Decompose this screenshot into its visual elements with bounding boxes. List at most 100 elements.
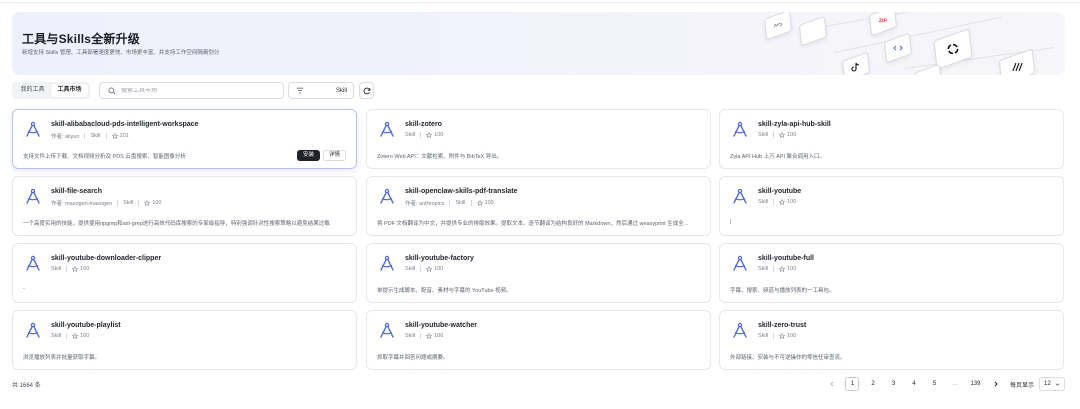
- card-icon: [377, 321, 397, 341]
- toolbar: 我的工具 工具市场 Skill: [12, 82, 1065, 99]
- star-icon: [426, 132, 433, 138]
- card-icon: [23, 254, 43, 274]
- tool-card[interactable]: skill-file-search 作者: masogen-masogen Skil…: [12, 176, 357, 236]
- page-number-button[interactable]: 5: [927, 377, 941, 391]
- code-icon: [893, 45, 903, 51]
- card-icon: [730, 120, 750, 140]
- tiktok-icon: [851, 62, 860, 72]
- card-icon: [23, 321, 43, 341]
- card-meta: Skill 100: [51, 266, 89, 272]
- meta-divider: [773, 132, 775, 138]
- card-stars: 100: [426, 333, 443, 339]
- banner-title: 工具与Skills全新升级: [22, 32, 140, 46]
- meta-divider: [84, 133, 86, 139]
- tool-card[interactable]: skill-youtube-factory Skill 100 单提示生成脚本、配音、…: [366, 243, 711, 303]
- search-icon: [108, 87, 116, 95]
- tool-card[interactable]: skill-alibabacloud-pds-intelligent-works…: [12, 109, 357, 169]
- prev-page-button[interactable]: [825, 377, 839, 391]
- card-stars: 101: [111, 133, 129, 139]
- card-star-count: 100: [787, 333, 797, 339]
- card-icon: [730, 321, 750, 341]
- refresh-button[interactable]: [359, 82, 374, 99]
- chevron-down-icon: [1055, 382, 1060, 386]
- pagination-footer: 共 1664 条 1 2 3 4 5... 139 每页显示 12: [12, 377, 1065, 391]
- search-box[interactable]: [99, 82, 284, 99]
- tool-card[interactable]: skill-zero-trust Skill 100 外部链接、安装与不可逆操作的零信…: [719, 310, 1064, 370]
- card-stars: 100: [476, 200, 494, 206]
- meta-divider: [420, 266, 422, 272]
- card-star-count: 100: [434, 266, 444, 272]
- tool-card[interactable]: skill-youtube-downloader-clipper Skill 100…: [12, 243, 357, 303]
- openai-icon: [947, 43, 959, 55]
- card-type: Skill: [758, 132, 769, 138]
- card-meta: Skill 100: [758, 199, 796, 205]
- card-star-count: 100: [787, 266, 797, 272]
- tool-card[interactable]: skill-youtube Skill 100 |: [719, 176, 1064, 236]
- card-type: Skill: [51, 333, 62, 339]
- meta-divider: [117, 200, 119, 206]
- banner-subtitle: 新增支持 Skills 管理、工具部署速度更快、市场更丰富、并支持工作空间隔离划…: [22, 50, 220, 56]
- page-size-select[interactable]: 12: [1039, 377, 1065, 391]
- card-stars: 100: [426, 266, 443, 272]
- next-page-button[interactable]: [989, 377, 1003, 391]
- tool-card[interactable]: skill-zotero Skill 100 Zotero Web API：文献检索、…: [366, 109, 711, 169]
- tab-my-tools[interactable]: 我的工具: [14, 84, 51, 97]
- card-title: skill-youtube-playlist: [51, 322, 121, 329]
- card-meta: 作者: aliyun Skill 101: [51, 132, 129, 140]
- card-star-count: 100: [787, 132, 797, 138]
- tool-card[interactable]: skill-youtube-playlist Skill 100 浏览播放列表并批量获…: [12, 310, 357, 370]
- star-icon: [779, 199, 786, 205]
- decor-tile: [798, 15, 828, 47]
- compass-icon: [733, 322, 747, 338]
- page-number-button[interactable]: 4: [907, 377, 921, 391]
- tool-card[interactable]: skill-youtube-full Skill 100 字幕、搜索、频道与播放列表的…: [719, 243, 1064, 303]
- compass-icon: [380, 121, 394, 137]
- card-description: Zyla API Hub 上万 API 聚合调用入口。: [730, 154, 826, 160]
- page-number-button[interactable]: 139: [968, 377, 982, 391]
- tool-card[interactable]: skill-zyla-api-hub-skill Skill 100 Zyla API…: [719, 109, 1064, 169]
- card-title: skill-zyla-api-hub-skill: [758, 121, 831, 128]
- search-input[interactable]: [121, 87, 281, 94]
- card-description: 抓取字幕并回答问题或摘要。: [377, 355, 449, 361]
- card-title: skill-youtube-watcher: [405, 322, 477, 329]
- card-author: 作者: masogen-masogen: [51, 201, 113, 207]
- page-number-button[interactable]: 3: [886, 377, 900, 391]
- star-icon: [426, 266, 433, 272]
- card-type: Skill: [405, 266, 416, 272]
- detail-button[interactable]: 详情: [323, 150, 346, 161]
- page-number-button[interactable]: 1: [845, 377, 860, 391]
- star-icon: [72, 266, 79, 272]
- card-star-count: 100: [484, 200, 494, 206]
- decor-tile: [933, 28, 973, 70]
- chevron-left-icon: [830, 381, 834, 387]
- decor-tile: [763, 12, 793, 41]
- tool-card[interactable]: skill-openclaw-skills-pdf-translate 作者: a…: [366, 176, 711, 236]
- card-star-count: 100: [80, 333, 90, 339]
- type-filter-select[interactable]: Skill: [288, 82, 354, 99]
- card-meta: Skill 100: [405, 132, 443, 138]
- star-icon: [111, 133, 118, 139]
- tab-tool-market[interactable]: 工具市场: [51, 84, 88, 97]
- card-stars: 100: [144, 200, 161, 206]
- card-meta: 作者: anthropics Skill 100: [405, 199, 494, 207]
- card-stars: 100: [779, 132, 796, 138]
- card-stars: 100: [426, 132, 443, 138]
- card-icon: [377, 254, 397, 274]
- card-description: 字幕、搜索、频道与播放列表的一工具包。: [730, 288, 835, 294]
- card-type: Skill: [758, 199, 769, 205]
- tool-card[interactable]: skill-youtube-watcher Skill 100 抓取字幕并回答问题或摘…: [366, 310, 711, 370]
- card-title: skill-youtube-full: [758, 255, 814, 262]
- card-type: Skill: [405, 132, 416, 138]
- meta-divider: [105, 133, 107, 139]
- decor-tile-zip: ZIP: [868, 12, 898, 37]
- page-number-button[interactable]: 2: [866, 377, 880, 391]
- card-title: skill-youtube-factory: [405, 255, 474, 262]
- refresh-icon: [363, 87, 370, 94]
- card-meta: Skill 100: [758, 333, 796, 339]
- star-icon: [144, 200, 151, 206]
- install-button[interactable]: 安装: [297, 150, 320, 161]
- card-stars: 100: [779, 199, 796, 205]
- page-number-list: 1 2 3 4 5... 139: [839, 377, 983, 391]
- card-star-count: 100: [787, 199, 797, 205]
- meta-divider: [470, 200, 472, 206]
